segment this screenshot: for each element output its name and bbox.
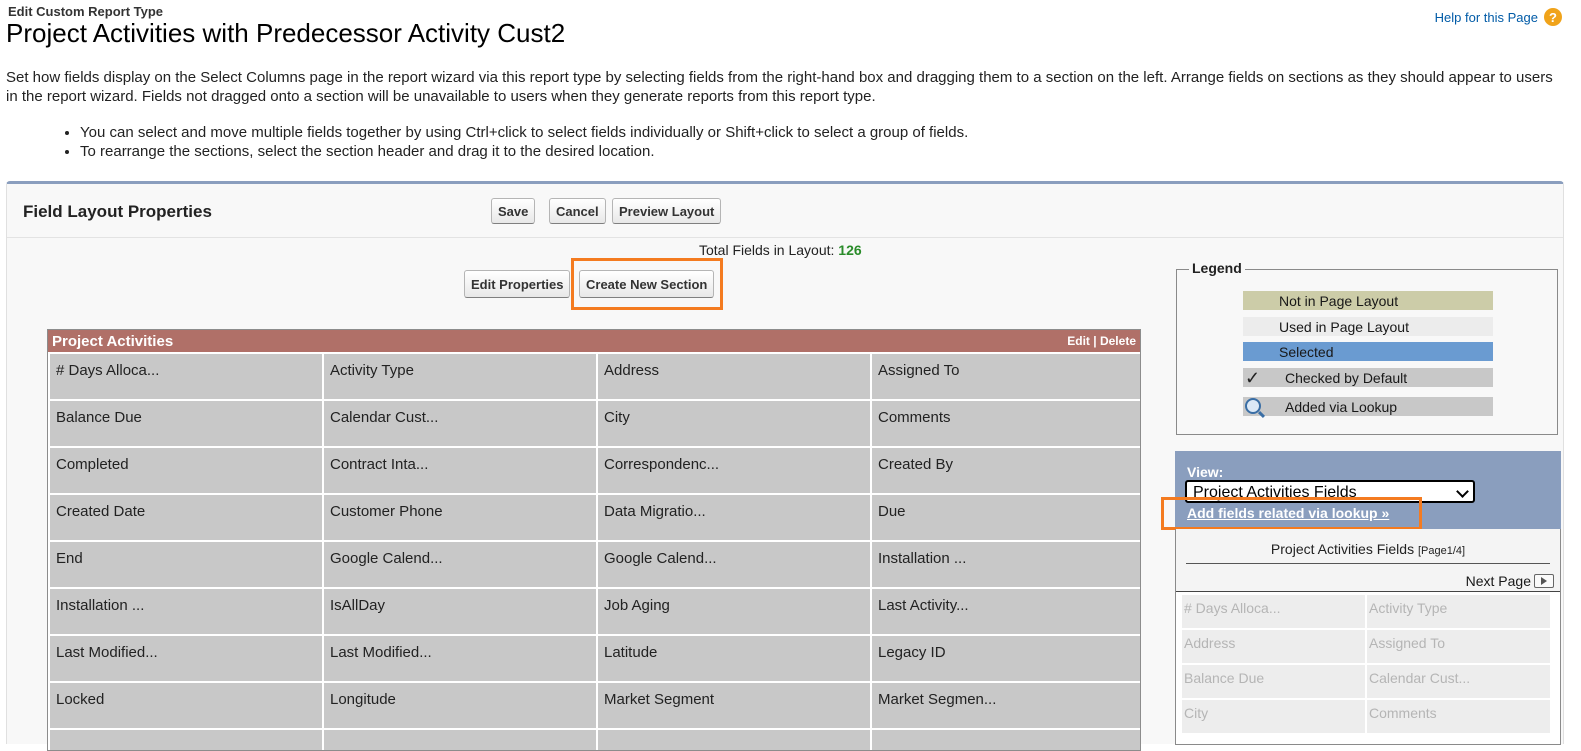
page-subtitle: Edit Custom Report Type [8, 4, 164, 19]
legend-used-in-layout: Used in Page Layout [1243, 317, 1493, 336]
available-fields-grid: # Days Alloca... Activity Type Address A… [1182, 595, 1550, 733]
layout-field[interactable]: End [50, 542, 322, 587]
legend-added-via-lookup: Added via Lookup [1243, 397, 1493, 416]
layout-field[interactable]: Created By [872, 448, 1140, 493]
layout-field[interactable]: Calendar Cust... [324, 401, 596, 446]
checkmark-icon: ✓ [1245, 368, 1261, 388]
layout-field[interactable] [598, 730, 870, 750]
preview-layout-button[interactable]: Preview Layout [612, 198, 722, 224]
field-layout-title: Field Layout Properties [23, 202, 212, 221]
layout-field[interactable]: Last Modified... [324, 636, 596, 681]
legend-item-label: Used in Page Layout [1279, 318, 1409, 335]
layout-field[interactable] [872, 730, 1140, 750]
layout-field[interactable]: Job Aging [598, 589, 870, 634]
lookup-link-highlight [1161, 497, 1422, 530]
legend-title: Legend [1189, 260, 1245, 276]
available-field[interactable]: Activity Type [1367, 595, 1550, 628]
layout-field[interactable]: IsAllDay [324, 589, 596, 634]
chevron-down-icon [1456, 485, 1469, 498]
field-layout-header: Field Layout Properties Save Cancel Prev… [7, 184, 1563, 238]
legend-item-label: Selected [1279, 343, 1334, 360]
layout-field[interactable]: Balance Due [50, 401, 322, 446]
section-delete-link[interactable]: Delete [1100, 334, 1136, 348]
help-link[interactable]: Help for this Page ? [1435, 8, 1562, 26]
layout-field[interactable]: Address [598, 354, 870, 399]
layout-field[interactable]: Locked [50, 683, 322, 728]
legend-box: Legend Not in Page Layout Used in Page L… [1176, 260, 1558, 435]
help-link-label[interactable]: Help for this Page [1435, 10, 1538, 25]
section-field-grid: # Days Alloca... Activity Type Address A… [48, 352, 1140, 750]
magnifier-icon [1245, 398, 1261, 414]
layout-field[interactable]: Contract Inta... [324, 448, 596, 493]
layout-field[interactable]: Comments [872, 401, 1140, 446]
layout-field[interactable]: Latitude [598, 636, 870, 681]
page-indicator: [Page1/4] [1417, 545, 1466, 557]
available-fields-title: Project Activities Fields [Page1/4] [1176, 541, 1560, 557]
create-new-section-button[interactable]: Create New Section [579, 270, 715, 298]
layout-field[interactable]: Correspondenc... [598, 448, 870, 493]
layout-field[interactable]: Assigned To [872, 354, 1140, 399]
available-fields-title-text: Project Activities Fields [1270, 541, 1415, 557]
layout-field[interactable]: Installation ... [50, 589, 322, 634]
layout-field[interactable]: Customer Phone [324, 495, 596, 540]
available-field[interactable]: Comments [1367, 700, 1550, 733]
page-title: Project Activities with Predecessor Acti… [6, 18, 566, 48]
layout-field[interactable]: Activity Type [324, 354, 596, 399]
legend-item-label: Checked by Default [1285, 369, 1408, 386]
layout-field[interactable]: # Days Alloca... [50, 354, 322, 399]
section-title: Project Activities [52, 333, 174, 350]
layout-field[interactable]: Legacy ID [872, 636, 1140, 681]
layout-field[interactable]: Completed [50, 448, 322, 493]
legend-item-label: Not in Page Layout [1279, 292, 1399, 309]
section-actions: Edit | Delete [1067, 334, 1136, 348]
legend-checked-by-default: ✓ Checked by Default [1243, 368, 1493, 388]
section-project-activities: Project Activities Edit | Delete # Days … [47, 329, 1141, 751]
layout-field[interactable]: Longitude [324, 683, 596, 728]
total-fields-count: 126 [838, 242, 862, 258]
page-description: Set how fields display on the Select Col… [6, 69, 1553, 105]
edit-properties-button[interactable]: Edit Properties [464, 270, 571, 298]
available-field[interactable]: Address [1182, 630, 1365, 663]
save-button[interactable]: Save [491, 198, 536, 224]
legend-item-label: Added via Lookup [1285, 398, 1398, 415]
available-field[interactable]: Balance Due [1182, 665, 1365, 698]
layout-field[interactable]: Market Segment [598, 683, 870, 728]
layout-field[interactable]: Google Calend... [324, 542, 596, 587]
field-layout-panel: Field Layout Properties Save Cancel Prev… [6, 181, 1564, 751]
view-label: View: [1187, 464, 1224, 480]
layout-field[interactable] [324, 730, 596, 750]
layout-field[interactable]: Google Calend... [598, 542, 870, 587]
next-arrow-icon[interactable] [1534, 574, 1554, 588]
legend-selected: Selected [1243, 342, 1493, 361]
layout-field[interactable]: City [598, 401, 870, 446]
layout-field[interactable]: Installation ... [872, 542, 1140, 587]
layout-field[interactable] [50, 730, 322, 750]
layout-field[interactable]: Due [872, 495, 1140, 540]
section-header[interactable]: Project Activities Edit | Delete [48, 330, 1140, 352]
next-page-label[interactable]: Next Page [1466, 573, 1531, 589]
section-edit-link[interactable]: Edit [1067, 334, 1090, 348]
tips-list: You can select and move multiple fields … [60, 123, 968, 161]
available-field[interactable]: Calendar Cust... [1367, 665, 1550, 698]
legend-not-in-layout: Not in Page Layout [1243, 291, 1493, 310]
available-field[interactable]: Assigned To [1367, 630, 1550, 663]
available-field[interactable]: # Days Alloca... [1182, 595, 1365, 628]
total-fields-indicator: Total Fields in Layout: 126 [699, 242, 862, 258]
layout-field[interactable]: Last Modified... [50, 636, 322, 681]
section-links-separator: | [1089, 334, 1100, 348]
layout-field[interactable]: Created Date [50, 495, 322, 540]
tip-item: To rearrange the sections, select the se… [80, 142, 968, 161]
cancel-button[interactable]: Cancel [549, 198, 606, 224]
layout-field[interactable]: Market Segmen... [872, 683, 1140, 728]
available-field[interactable]: City [1182, 700, 1365, 733]
help-icon[interactable]: ? [1544, 8, 1562, 26]
total-fields-label: Total Fields in Layout: [699, 242, 835, 258]
layout-field[interactable]: Data Migratio... [598, 495, 870, 540]
divider [1186, 563, 1550, 564]
available-fields-header: Project Activities Fields [Page1/4] Next… [1176, 529, 1560, 592]
available-fields-panel: Project Activities Fields [Page1/4] Next… [1175, 529, 1561, 745]
next-page-button[interactable]: Next Page [1466, 573, 1554, 589]
tip-item: You can select and move multiple fields … [80, 123, 968, 142]
layout-field[interactable]: Last Activity... [872, 589, 1140, 634]
